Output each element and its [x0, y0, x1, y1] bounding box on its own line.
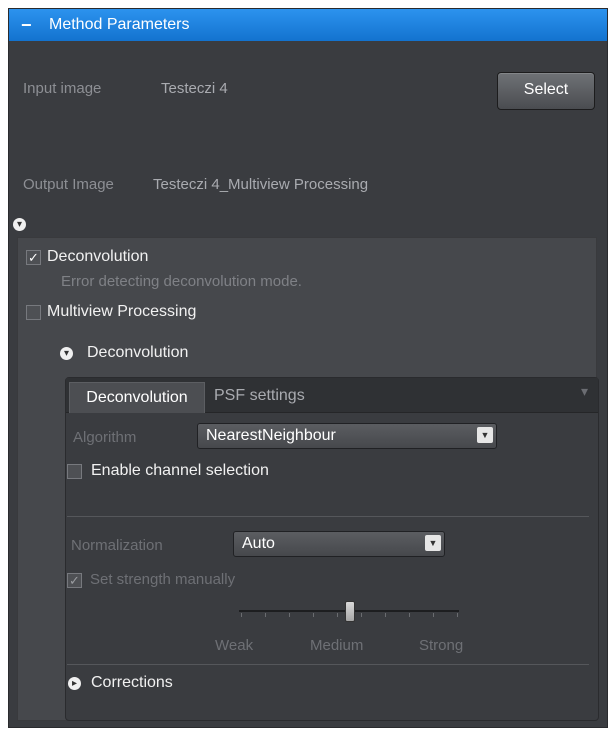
normalization-value: Auto — [242, 535, 275, 552]
divider — [67, 664, 589, 665]
expand-icon[interactable]: ▸ — [68, 677, 81, 690]
tab-psf-settings[interactable]: PSF settings — [214, 384, 305, 408]
multiview-processing-checkbox[interactable] — [26, 305, 41, 320]
strength-slider-thumb[interactable] — [345, 601, 355, 622]
strength-strong-label: Strong — [419, 637, 464, 654]
algorithm-dropdown[interactable]: NearestNeighbour ▼ — [197, 423, 497, 449]
deconvolution-checkbox[interactable]: ✓ — [26, 250, 41, 265]
slider-tick — [313, 613, 314, 617]
collapse-icon[interactable]: − — [21, 9, 32, 41]
channel-selection-checkbox[interactable] — [67, 464, 82, 479]
deconvolution-section-title: Deconvolution — [87, 344, 189, 361]
chevron-down-icon: ▼ — [477, 427, 493, 443]
panel-title: Method Parameters — [49, 16, 190, 33]
channel-selection-label: Enable channel selection — [91, 462, 269, 479]
expand-collapse-icon[interactable]: ▾ — [13, 218, 26, 231]
tab-menu-icon[interactable]: ▾ — [581, 383, 588, 400]
divider — [67, 516, 589, 517]
slider-tick — [433, 613, 434, 617]
corrections-label[interactable]: Corrections — [91, 674, 173, 692]
input-image-label: Input image — [23, 80, 102, 97]
strength-checkbox[interactable]: ✓ — [67, 573, 82, 588]
tab-deconvolution[interactable]: Deconvolution — [69, 382, 205, 413]
tab-bar: Deconvolution PSF settings ▾ — [66, 378, 598, 413]
slider-tick — [409, 613, 410, 617]
slider-tick — [337, 613, 338, 617]
slider-tick — [265, 613, 266, 617]
deconvolution-error: Error detecting deconvolution mode. — [61, 273, 302, 290]
deconvolution-section-toggle-icon[interactable]: ▾ — [60, 347, 73, 360]
panel-header[interactable]: − Method Parameters — [9, 9, 607, 41]
algorithm-label: Algorithm — [73, 429, 137, 446]
slider-tick — [361, 613, 362, 617]
input-image-value: Testeczi 4 — [161, 80, 228, 97]
chevron-down-icon: ▼ — [425, 535, 441, 551]
slider-tick — [385, 613, 386, 617]
slider-tick — [457, 613, 458, 617]
deconvolution-label: Deconvolution — [47, 248, 149, 265]
strength-medium-label: Medium — [310, 637, 364, 654]
select-button[interactable]: Select — [497, 72, 595, 110]
algorithm-value: NearestNeighbour — [206, 427, 336, 444]
normalization-dropdown[interactable]: Auto ▼ — [233, 531, 445, 557]
strength-weak-label: Weak — [215, 637, 254, 654]
normalization-label: Normalization — [71, 537, 163, 554]
strength-label: Set strength manually — [90, 571, 236, 588]
output-image-label: Output Image — [23, 176, 114, 193]
slider-tick — [289, 613, 290, 617]
slider-tick — [241, 613, 242, 617]
method-parameters-panel: − Method Parameters Input image Testeczi… — [8, 8, 608, 728]
multiview-processing-label: Multiview Processing — [47, 303, 197, 320]
output-image-value: Testeczi 4_Multiview Processing — [153, 176, 369, 193]
